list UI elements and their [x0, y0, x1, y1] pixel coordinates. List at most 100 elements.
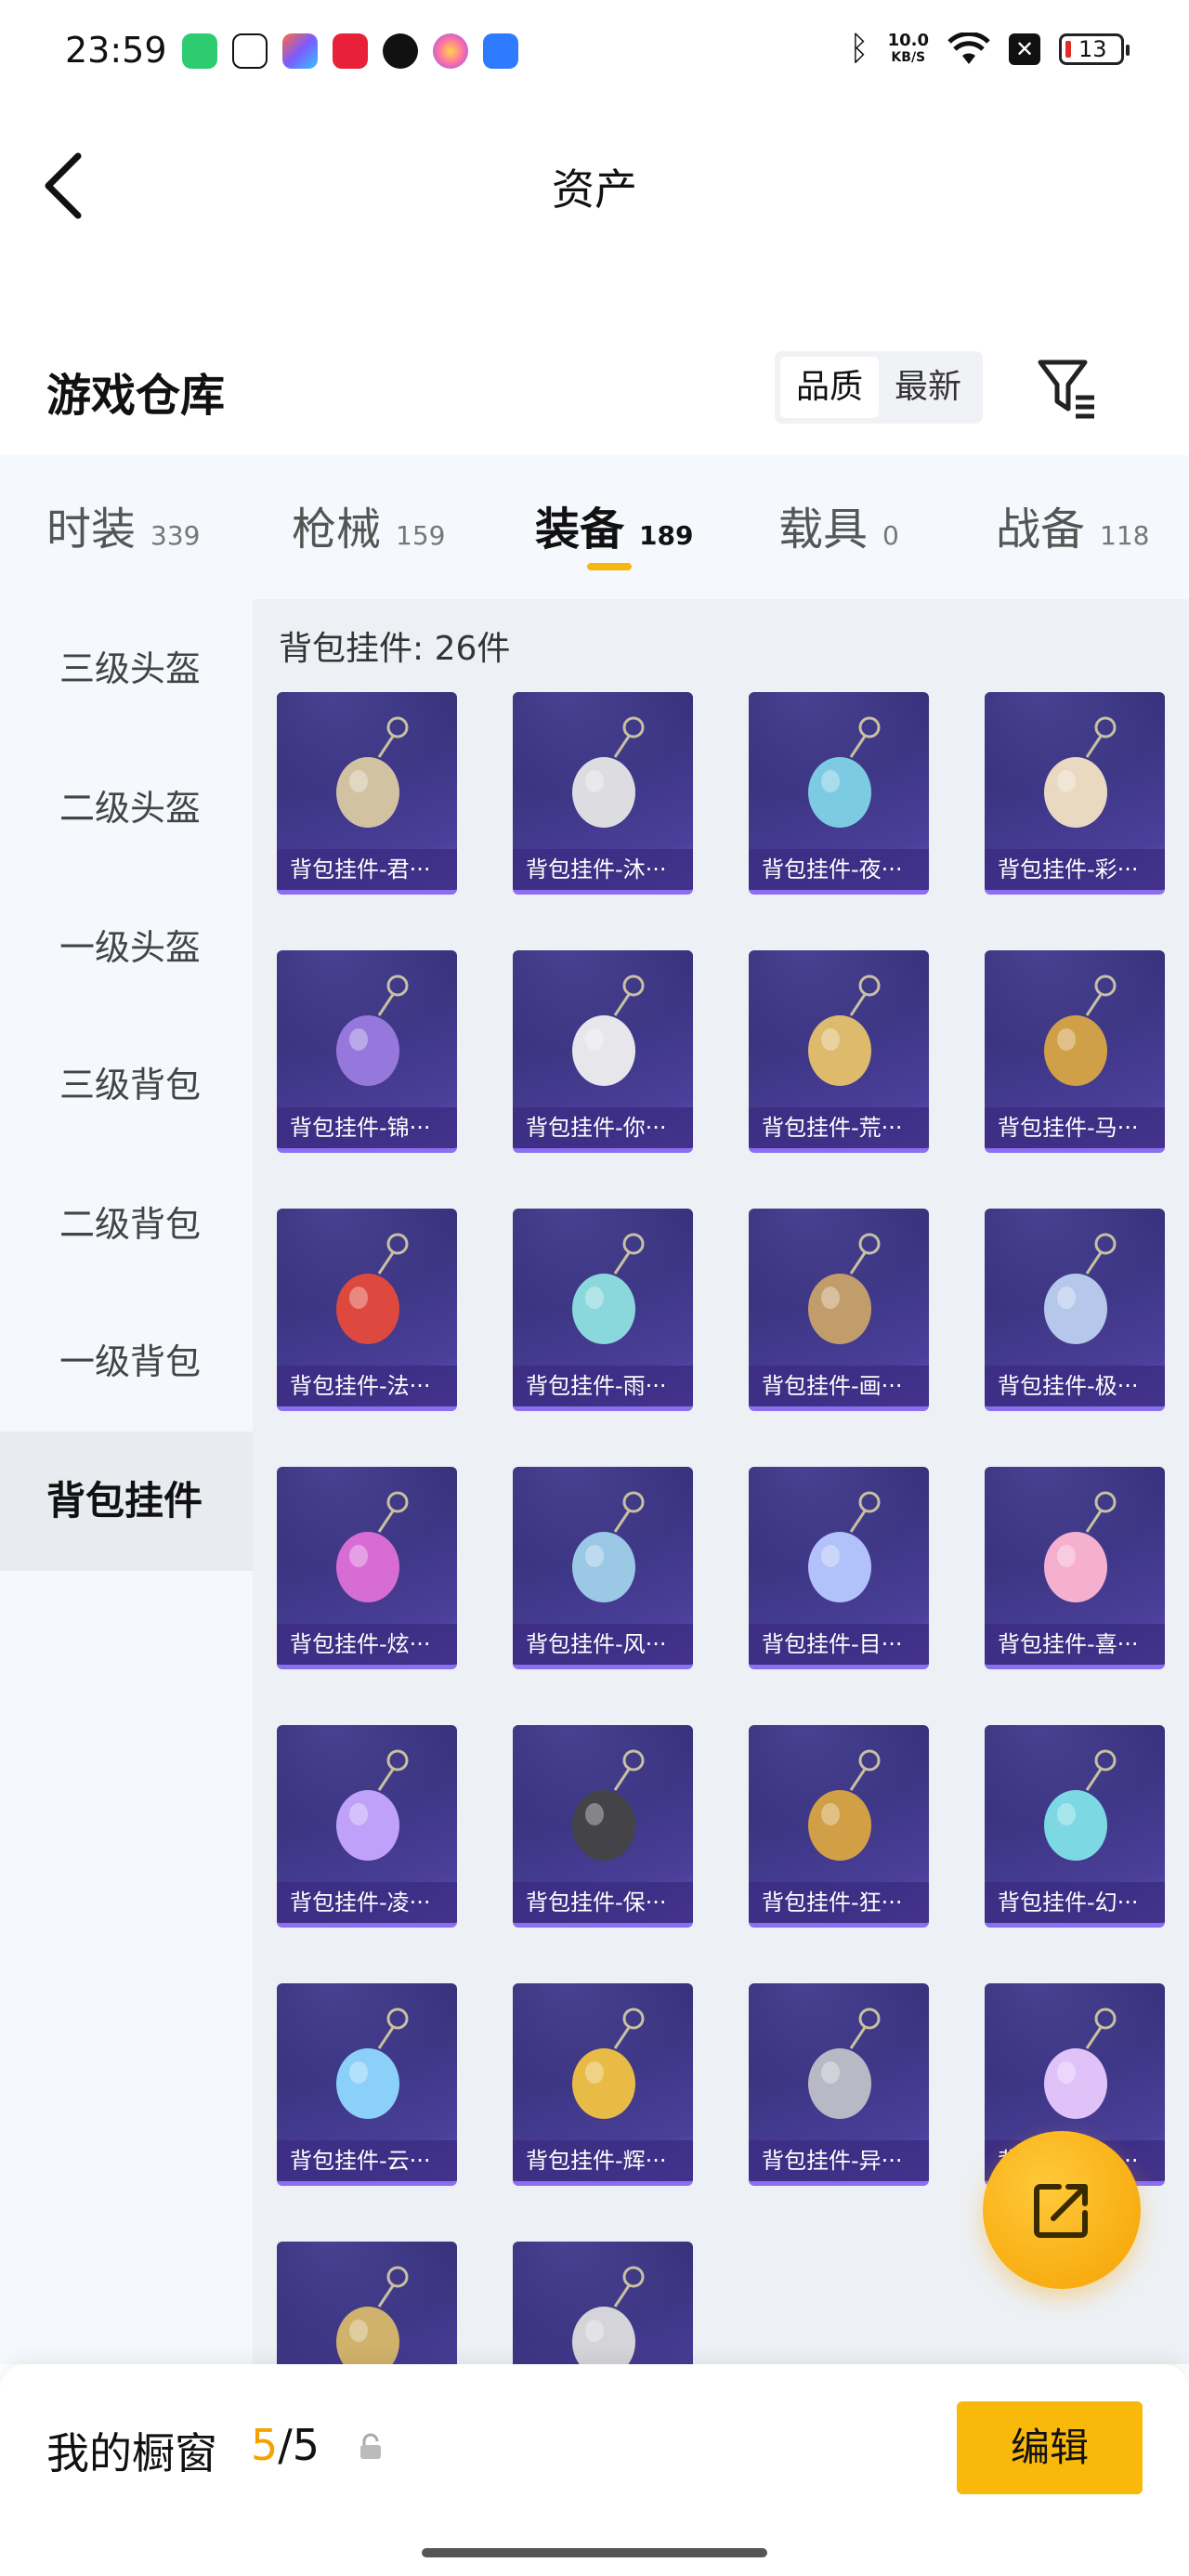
item-card[interactable]: 背包挂件-狂···	[749, 1725, 929, 1928]
items-count-header: 背包挂件: 26件	[279, 630, 511, 668]
item-card[interactable]: 背包挂件-马···	[985, 950, 1165, 1153]
shield-badge-charm-icon	[336, 1233, 409, 1344]
sidebar-item-level1-helmet[interactable]: 一级头盔	[0, 878, 253, 1017]
item-card[interactable]: 背包挂件-凌···	[277, 1725, 457, 1928]
home-indicator[interactable]	[422, 2548, 767, 2557]
claw-charm-icon	[808, 1749, 881, 1861]
share-button[interactable]	[983, 2131, 1141, 2289]
item-card-label: 背包挂件-沐···	[513, 849, 693, 890]
car-key-charm-icon	[572, 1749, 645, 1861]
tab-count: 339	[150, 520, 201, 551]
shield-app-icon	[383, 33, 418, 69]
network-speed-unit: KB/S	[891, 49, 926, 65]
item-card[interactable]: 背包挂件-保···	[513, 1725, 693, 1928]
sidebar-item-backpack-charm[interactable]: 背包挂件	[0, 1432, 253, 1571]
item-card[interactable]	[513, 2242, 693, 2364]
bluetooth-icon: ᛒ	[848, 30, 869, 68]
sidebar-item-level2-backpack[interactable]: 二级背包	[0, 1155, 253, 1294]
item-card[interactable]: 背包挂件-夜···	[749, 692, 929, 895]
sidebar-item-level3-backpack[interactable]: 三级背包	[0, 1015, 253, 1155]
wechat-icon	[232, 33, 268, 69]
item-card[interactable]: 背包挂件-锦···	[277, 950, 457, 1153]
item-card-label: 背包挂件-锦···	[277, 1107, 457, 1148]
item-card[interactable]: 背包挂件-你···	[513, 950, 693, 1153]
page-title: 资产	[552, 164, 637, 215]
item-card-label: 背包挂件-彩···	[985, 849, 1165, 890]
network-speed-value: 10.0	[887, 30, 929, 50]
item-card-label: 背包挂件-异···	[749, 2140, 929, 2181]
rocking-horse-charm-icon	[1044, 974, 1117, 1086]
sort-quality-option[interactable]: 品质	[780, 357, 879, 418]
item-card[interactable]: 背包挂件-辉···	[513, 1983, 693, 2186]
item-card[interactable]: 背包挂件-目···	[749, 1467, 929, 1669]
item-card[interactable]: 背包挂件-云···	[277, 1983, 457, 2186]
item-card[interactable]: 背包挂件-异···	[749, 1983, 929, 2186]
flag-charm-icon	[572, 1491, 645, 1602]
item-card-label: 背包挂件-风···	[513, 1624, 693, 1665]
sort-newest-option[interactable]: 最新	[879, 357, 977, 418]
jar-charm-icon	[1044, 1233, 1117, 1344]
sidebar-item-level2-helmet[interactable]: 二级头盔	[0, 739, 253, 878]
item-card[interactable]: 背包挂件-君···	[277, 692, 457, 895]
filter-icon	[1038, 360, 1094, 419]
filter-button[interactable]	[1035, 355, 1100, 420]
item-card[interactable]: 背包挂件-喜···	[985, 1467, 1165, 1669]
item-card-label: 背包挂件-狂···	[749, 1882, 929, 1923]
item-card[interactable]: 背包挂件-彩···	[985, 692, 1165, 895]
penguin-charm-icon	[572, 974, 645, 1086]
tab-count: 118	[1100, 520, 1150, 551]
item-card[interactable]: 背包挂件-风···	[513, 1467, 693, 1669]
battery-level: 13	[1078, 35, 1107, 62]
sidebar-item-level3-helmet[interactable]: 三级头盔	[0, 599, 253, 739]
music-app-icon	[333, 33, 368, 69]
item-card[interactable]: 背包挂件-法···	[277, 1209, 457, 1411]
tab-label: 载具	[778, 503, 869, 556]
status-app-icons	[182, 33, 518, 69]
item-card-label: 背包挂件-你···	[513, 1107, 693, 1148]
tab-label: 枪械	[292, 503, 382, 556]
item-card[interactable]: 背包挂件-炫···	[277, 1467, 457, 1669]
item-card[interactable]: 背包挂件-幻···	[985, 1725, 1165, 1928]
status-bar: 23:59 ᛒ 10.0 KB/S ✕ 13	[0, 0, 1189, 102]
wifi-icon	[947, 32, 990, 66]
bell-charm-icon	[572, 2266, 645, 2364]
tab-fashion[interactable]: 时装 339	[46, 492, 200, 557]
star-charm-icon	[1044, 2007, 1117, 2119]
network-speed: 10.0 KB/S	[887, 30, 929, 66]
umbrella-charm-icon	[336, 716, 409, 828]
item-card-label: 背包挂件-君···	[277, 849, 457, 890]
tab-equipment[interactable]: 装备 189	[535, 492, 693, 557]
item-card-label: 背包挂件-极···	[985, 1366, 1165, 1406]
subcategory-sidebar: 三级头盔 二级头盔 一级头盔 三级背包 二级背包 一级背包 背包挂件	[0, 599, 253, 2364]
sidebar-item-level1-backpack[interactable]: 一级背包	[0, 1292, 253, 1432]
item-card-label: 背包挂件-云···	[277, 2140, 457, 2181]
tab-vehicles[interactable]: 载具 0	[778, 492, 899, 557]
bluetooth-app-icon	[483, 33, 518, 69]
items-panel: 背包挂件: 26件 背包挂件-君··· 背包挂件-沐··· 背包挂件-夜··· 背包挂…	[253, 599, 1189, 2364]
item-card[interactable]: 背包挂件-沐···	[513, 692, 693, 895]
status-time: 23:59	[65, 30, 167, 71]
flower-app-icon	[433, 33, 468, 69]
feather-charm-icon	[572, 2007, 645, 2119]
item-card[interactable]: 背包挂件-荒···	[749, 950, 929, 1153]
battery-saver-app-icon	[182, 33, 217, 69]
fan-charm-icon	[336, 974, 409, 1086]
item-card[interactable]: 背包挂件-雨···	[513, 1209, 693, 1411]
candy-charm-icon	[336, 1491, 409, 1602]
no-sim-icon: ✕	[1009, 33, 1040, 65]
tab-label: 时装	[46, 503, 137, 556]
tab-combat-supplies[interactable]: 战备 118	[996, 492, 1149, 557]
showcase-label: 我的橱窗	[46, 2428, 217, 2478]
sun-charm-icon	[808, 974, 881, 1086]
battery-icon: 13	[1059, 33, 1130, 65]
item-card[interactable]	[277, 2242, 457, 2364]
item-card-label: 背包挂件-炫···	[277, 1624, 457, 1665]
edit-button[interactable]: 编辑	[957, 2401, 1143, 2494]
item-card[interactable]: 背包挂件-画···	[749, 1209, 929, 1411]
item-card[interactable]: 背包挂件-极···	[985, 1209, 1165, 1411]
tab-firearms[interactable]: 枪械 159	[292, 492, 445, 557]
item-card-label: 背包挂件-幻···	[985, 1882, 1165, 1923]
sort-toggle: 品质 最新	[775, 351, 983, 424]
active-tab-indicator	[587, 563, 632, 570]
showcase-count: 5/5	[251, 2420, 320, 2470]
